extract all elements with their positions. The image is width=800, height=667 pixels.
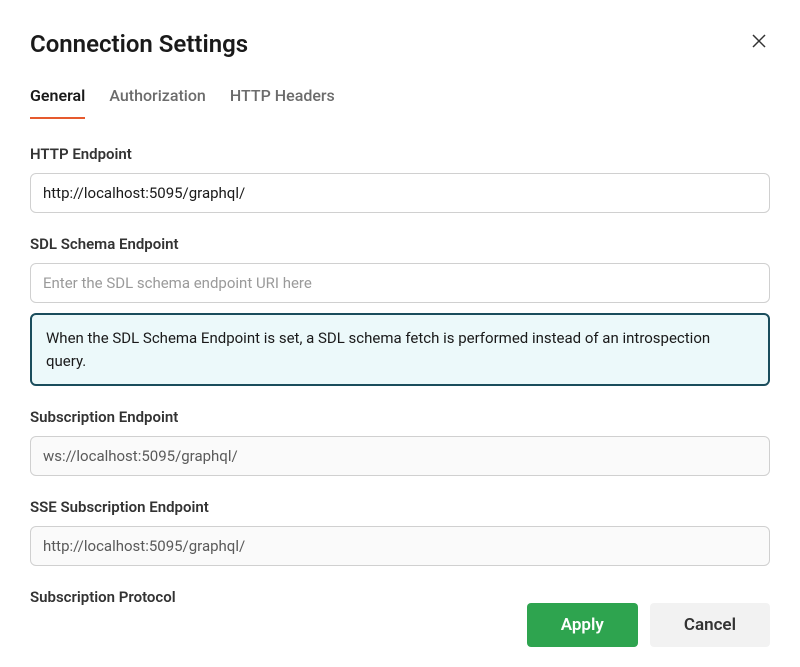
subscription-endpoint-group: Subscription Endpoint xyxy=(30,408,770,476)
tab-http-headers[interactable]: HTTP Headers xyxy=(230,86,335,119)
dialog-header: Connection Settings xyxy=(30,30,770,58)
dialog-title: Connection Settings xyxy=(30,30,248,58)
sse-subscription-endpoint-group: SSE Subscription Endpoint xyxy=(30,498,770,566)
sdl-schema-endpoint-label: SDL Schema Endpoint xyxy=(30,235,770,253)
sdl-schema-endpoint-input[interactable] xyxy=(30,263,770,303)
close-icon xyxy=(752,34,766,51)
subscription-endpoint-input[interactable] xyxy=(30,436,770,476)
tabs-container: General Authorization HTTP Headers xyxy=(30,86,770,119)
tab-general[interactable]: General xyxy=(30,86,85,119)
connection-settings-dialog: Connection Settings General Authorizatio… xyxy=(0,0,800,667)
sdl-schema-info: When the SDL Schema Endpoint is set, a S… xyxy=(30,313,770,386)
sse-subscription-endpoint-input[interactable] xyxy=(30,526,770,566)
cancel-button[interactable]: Cancel xyxy=(650,603,770,647)
close-button[interactable] xyxy=(748,30,770,55)
http-endpoint-input[interactable] xyxy=(30,173,770,213)
sse-subscription-endpoint-label: SSE Subscription Endpoint xyxy=(30,498,770,516)
subscription-endpoint-label: Subscription Endpoint xyxy=(30,408,770,426)
apply-button[interactable]: Apply xyxy=(527,603,638,647)
http-endpoint-label: HTTP Endpoint xyxy=(30,145,770,163)
tab-authorization[interactable]: Authorization xyxy=(109,86,206,119)
http-endpoint-group: HTTP Endpoint xyxy=(30,145,770,213)
sdl-schema-endpoint-group: SDL Schema Endpoint When the SDL Schema … xyxy=(30,235,770,386)
dialog-footer: Apply Cancel xyxy=(527,603,770,647)
